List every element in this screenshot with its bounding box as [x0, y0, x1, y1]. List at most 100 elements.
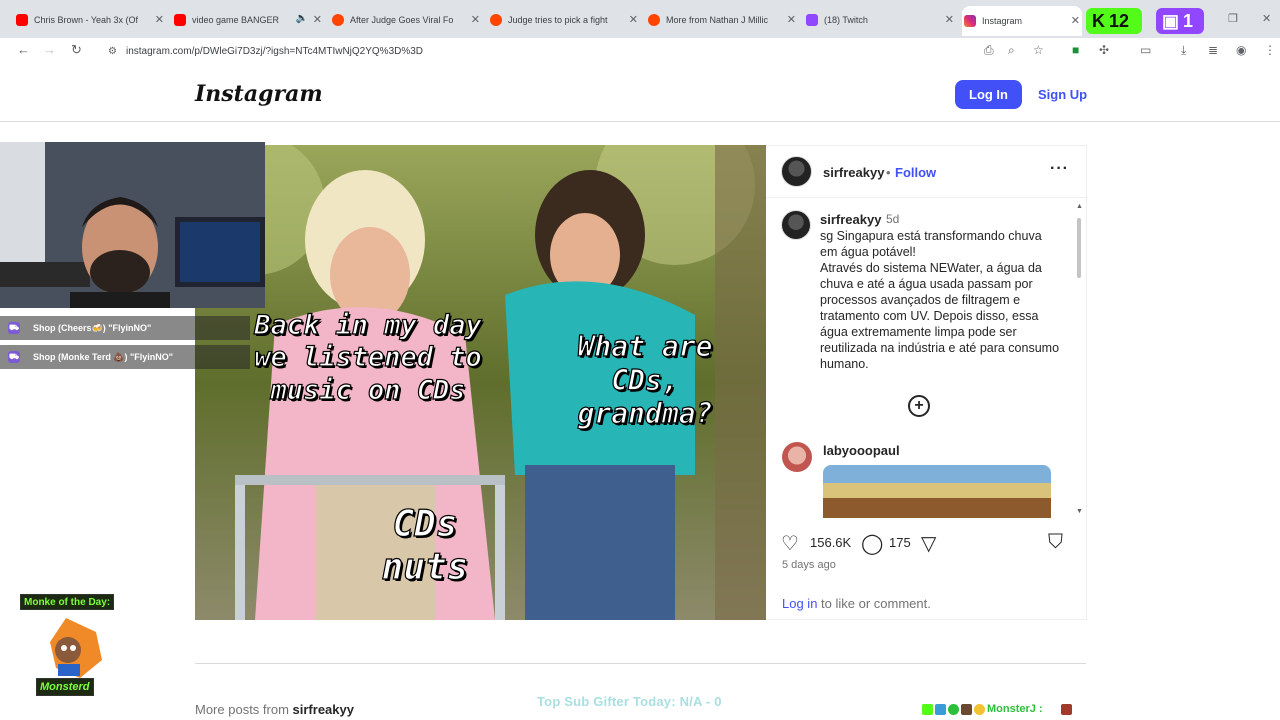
- login-link[interactable]: Log in: [782, 596, 817, 611]
- tab-label: After Judge Goes Viral Fo: [350, 15, 454, 25]
- youtube-icon: [16, 14, 28, 26]
- back-icon[interactable]: ←: [17, 42, 30, 57]
- post-side-panel: sirfreakyy • Follow ··· sirfreakyy 5d sg…: [766, 145, 1087, 620]
- close-icon[interactable]: ✕: [313, 13, 322, 26]
- browser-tab[interactable]: (18) Twitch ✕: [804, 8, 956, 32]
- url-text: instagram.com/p/DWleGi7D3zj/?igsh=NTc4MT…: [126, 45, 424, 57]
- save-bookmark-icon[interactable]: ⛉: [1048, 531, 1063, 554]
- instagram-logo[interactable]: Instagram: [195, 81, 323, 107]
- more-options-icon[interactable]: ···: [1050, 160, 1069, 178]
- forward-icon[interactable]: →: [43, 42, 56, 57]
- comment-icon[interactable]: ◯: [861, 531, 883, 556]
- cart-icon: ⛟: [8, 351, 20, 363]
- close-icon[interactable]: ✕: [1071, 14, 1080, 27]
- kick-count: 12: [1109, 10, 1130, 31]
- meme-caption-right: What are CDs, grandma?: [577, 329, 713, 431]
- browser-tab[interactable]: video game BANGER 🔈 ✕: [172, 8, 324, 32]
- tab-label: (18) Twitch: [824, 15, 868, 25]
- instagram-header: Instagram Log In Sign Up: [0, 64, 1280, 122]
- login-button[interactable]: Log In: [955, 80, 1022, 109]
- chat-alert-text: Shop (Monke Terd 💩) "FlyinNO": [33, 351, 174, 362]
- browser-tab-active[interactable]: Instagram ✕: [962, 6, 1082, 36]
- zoom-icon[interactable]: ⌕: [1008, 43, 1015, 58]
- scrollbar-thumb[interactable]: [1077, 218, 1081, 278]
- puzzle-icon[interactable]: ✣: [1099, 43, 1109, 57]
- twitch-icon: [806, 14, 818, 26]
- address-bar[interactable]: ⚙ instagram.com/p/DWleGi7D3zj/?igsh=NTc4…: [100, 41, 1060, 61]
- signup-link[interactable]: Sign Up: [1038, 87, 1087, 102]
- follow-button[interactable]: Follow: [895, 165, 936, 180]
- comment-username[interactable]: labyooopaul: [823, 443, 900, 458]
- browser-tab[interactable]: More from Nathan J Millic ✕: [646, 8, 798, 32]
- download-icon[interactable]: ⤓: [1181, 43, 1186, 58]
- close-icon[interactable]: ✕: [629, 13, 638, 26]
- scroll-down-icon[interactable]: ▼: [1076, 508, 1083, 515]
- load-more-comments-icon[interactable]: +: [908, 395, 930, 417]
- speaker-icon[interactable]: 🔈: [296, 13, 308, 24]
- separator-dot: •: [886, 165, 891, 180]
- comment-count: 175: [889, 535, 911, 550]
- close-icon[interactable]: ✕: [155, 13, 164, 26]
- monke-of-the-day-name: Monsterd: [36, 678, 94, 696]
- top-sub-gifter: Top Sub Gifter Today: N/A - 0: [537, 694, 722, 709]
- caption-avatar[interactable]: [781, 210, 811, 240]
- post-image[interactable]: Back in my day we listened to music on C…: [195, 145, 766, 620]
- comment-media[interactable]: [823, 465, 1051, 518]
- more-posts-prefix: More posts from: [195, 702, 293, 717]
- kick-extension-badge[interactable]: K 12: [1086, 8, 1142, 34]
- webcam-overlay: [0, 142, 265, 308]
- media-icon[interactable]: ≣: [1208, 43, 1218, 57]
- chat-alert: ⛟ Shop (Cheers🍻) "FlyinNO": [0, 316, 250, 340]
- close-icon[interactable]: ✕: [787, 13, 796, 26]
- caption-time: 5d: [886, 212, 900, 226]
- meme-caption-bottom: CDs nuts: [381, 503, 469, 589]
- caption-text: sg Singapura está transformando chuva em…: [820, 229, 1060, 371]
- close-icon[interactable]: ✕: [945, 13, 954, 26]
- scroll-up-icon[interactable]: ▲: [1076, 203, 1083, 210]
- comments-scrollbar[interactable]: ▲ ▼: [1076, 203, 1083, 516]
- like-count: 156.6K: [810, 535, 852, 550]
- site-settings-icon[interactable]: ⚙: [108, 46, 117, 57]
- browser-tab[interactable]: Judge tries to pick a fight ✕: [488, 8, 640, 32]
- emote-icon: [961, 703, 972, 715]
- bookmark-star-icon[interactable]: ☆: [1033, 43, 1044, 57]
- more-posts-user[interactable]: sirfreakyy: [293, 702, 354, 717]
- post-date: 5 days ago: [782, 559, 836, 571]
- twitch-extension-badge[interactable]: ▣ 1: [1156, 8, 1204, 34]
- meme-caption-left: Back in my day we listened to music on C…: [254, 309, 483, 406]
- reddit-icon: [490, 14, 502, 26]
- install-app-icon[interactable]: ⎙: [984, 43, 994, 58]
- screen: Chris Brown - Yeah 3x (Of ✕ video game B…: [0, 0, 1280, 720]
- reload-icon[interactable]: ↻: [71, 42, 82, 58]
- emote-icon: [1060, 703, 1072, 715]
- restore-window-icon[interactable]: ❐: [1228, 12, 1238, 25]
- avatar[interactable]: [781, 156, 812, 187]
- tab-label: Judge tries to pick a fight: [508, 15, 608, 25]
- extension-icon[interactable]: ■: [1072, 43, 1079, 57]
- post-header: sirfreakyy • Follow ···: [766, 146, 1086, 198]
- chat-ticker: MonsterJ :: [922, 701, 1072, 717]
- monke-avatar-icon: [50, 618, 102, 678]
- share-icon[interactable]: ▽: [921, 531, 936, 556]
- post-username[interactable]: sirfreakyy: [823, 165, 884, 180]
- twitch-count: 1: [1183, 10, 1194, 31]
- like-heart-icon[interactable]: ♡: [781, 531, 799, 556]
- close-window-icon[interactable]: ✕: [1262, 12, 1271, 25]
- instagram-icon: [964, 15, 976, 27]
- browser-tab[interactable]: Chris Brown - Yeah 3x (Of ✕: [14, 8, 166, 32]
- section-divider: [195, 663, 1086, 664]
- more-posts-heading: More posts from sirfreakyy: [195, 702, 354, 717]
- comment-avatar[interactable]: [782, 442, 812, 472]
- menu-icon[interactable]: ⋮: [1264, 43, 1276, 57]
- close-icon[interactable]: ✕: [471, 13, 480, 26]
- browser-tab[interactable]: After Judge Goes Viral Fo ✕: [330, 8, 482, 32]
- ticker-text: MonsterJ :: [987, 703, 1043, 715]
- profile-icon[interactable]: ◉: [1236, 43, 1246, 57]
- webcam-feed: [0, 142, 265, 308]
- chat-alert: ⛟ Shop (Monke Terd 💩) "FlyinNO": [0, 345, 250, 369]
- login-prompt-text: to like or comment.: [817, 596, 931, 611]
- caption-username[interactable]: sirfreakyy: [820, 212, 881, 227]
- sidebar-icon[interactable]: ▭: [1140, 43, 1151, 57]
- youtube-icon: [174, 14, 186, 26]
- tab-label: Instagram: [982, 16, 1023, 26]
